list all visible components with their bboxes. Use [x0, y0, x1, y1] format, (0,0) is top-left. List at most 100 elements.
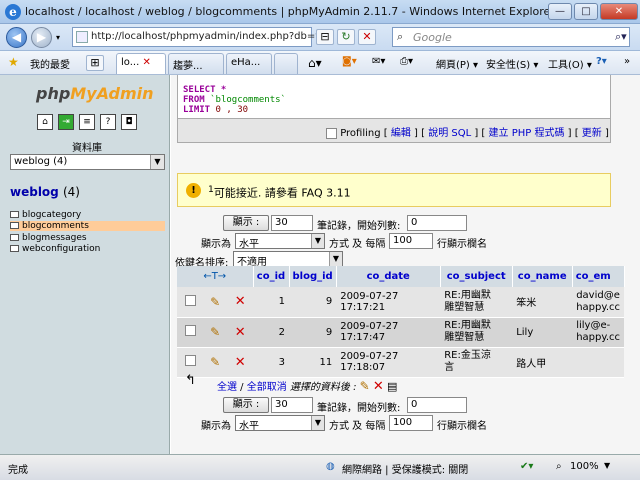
header-co_date[interactable]: co_date	[336, 266, 441, 287]
refresh-icon[interactable]: ↻	[337, 29, 355, 45]
header-co_id[interactable]: co_id	[253, 266, 290, 287]
favorites-star-icon[interactable]: ★	[8, 55, 19, 69]
start-row-input[interactable]: 0	[407, 215, 467, 231]
minimize-button[interactable]: —	[548, 3, 572, 20]
repeat-headers-input[interactable]: 100	[389, 233, 433, 249]
compat-icon[interactable]: ⊟	[316, 29, 334, 45]
table-link-label: webconfiguration	[22, 244, 101, 254]
query-window-icon[interactable]: ≡	[79, 114, 95, 130]
edit-link[interactable]: 編輯	[391, 128, 411, 139]
db-heading[interactable]: weblog (4)	[10, 185, 80, 199]
tab-2[interactable]: 趨夢...	[168, 53, 224, 74]
table-link-blogmessages[interactable]: blogmessages	[10, 233, 87, 243]
cell-co_id: 2	[253, 317, 289, 348]
menu-security[interactable]: 安全性(S) ▾	[486, 56, 538, 71]
export-icon[interactable]: ▤	[387, 380, 397, 393]
display-mode-select[interactable]: 水平 ▼	[235, 233, 325, 249]
mail-icon[interactable]: ✉▾	[372, 56, 385, 67]
delete-cell: ✕	[227, 317, 253, 348]
table-link-label: blogmessages	[22, 233, 87, 243]
table-link-blogcomments[interactable]: blogcomments	[10, 221, 165, 231]
new-tab-button[interactable]	[274, 53, 298, 74]
zoom-icon[interactable]: ⌕	[556, 461, 562, 472]
home-icon[interactable]: ⌂	[37, 114, 53, 130]
delete-x-icon[interactable]: ✕	[235, 325, 246, 340]
faq-link[interactable]: FAQ 3.11	[301, 187, 350, 200]
tab-localhost[interactable]: lo... ✕	[116, 53, 166, 74]
table-row: ✎ ✕ 2 9 2009-07-27 17:17:47 RE:用幽默 雕塑智慧 L…	[177, 317, 625, 348]
zoom-level[interactable]: 100%	[570, 461, 599, 472]
zone-text[interactable]: 網際網路 | 受保護模式: 關閉	[342, 461, 468, 476]
show-button-bottom[interactable]: 顯示 :	[223, 397, 269, 413]
history-dropdown-icon[interactable]: ▾	[56, 33, 60, 42]
menu-tools[interactable]: 工具(O) ▾	[548, 56, 592, 71]
display-mode-select-bottom[interactable]: 水平 ▼	[235, 415, 325, 431]
phpmyadmin-logo[interactable]: phpMyAdmin	[36, 84, 154, 103]
edit-pencil-icon[interactable]: ✎	[210, 355, 220, 369]
row-checkbox[interactable]	[184, 325, 196, 336]
forward-button[interactable]: ▶	[31, 27, 52, 48]
row-checkbox[interactable]	[184, 355, 196, 366]
favorites-label[interactable]: 我的最愛	[30, 56, 70, 71]
delete-x-icon[interactable]: ✕	[235, 355, 246, 370]
table-link-webconfiguration[interactable]: webconfiguration	[10, 244, 100, 254]
print-icon[interactable]: ⎙▾	[400, 56, 413, 67]
feeds-icon[interactable]: ◙▾	[342, 56, 357, 67]
refresh-link[interactable]: 更新	[582, 128, 602, 139]
search-icon[interactable]: ⌕▾	[615, 30, 627, 44]
help-icon[interactable]: ?▾	[596, 56, 607, 67]
rows-input-bottom[interactable]: 30	[271, 397, 313, 413]
cell-co_date: 2009-07-27 17:17:47	[336, 317, 441, 348]
zoom-dropdown-icon[interactable]: ▼	[604, 461, 610, 470]
check-all-link[interactable]: 全選	[217, 382, 237, 393]
sql-docs-icon[interactable]: ◘	[121, 114, 137, 130]
logout-icon[interactable]: ⇥	[58, 114, 74, 130]
header-co_name[interactable]: co_name	[512, 266, 573, 287]
delete-x-icon[interactable]: ✕	[235, 294, 246, 309]
back-button[interactable]: ◀	[6, 27, 27, 48]
tab-3[interactable]: eHa...	[226, 53, 272, 74]
rows-input[interactable]: 30	[271, 215, 313, 231]
delete-cell: ✕	[227, 287, 253, 318]
quick-tabs-icon[interactable]: ⊞	[86, 55, 104, 71]
header-co_email[interactable]: co_em	[572, 266, 625, 287]
row-checkbox[interactable]	[184, 294, 196, 306]
cell-blog_id: 9	[289, 287, 337, 318]
maximize-button[interactable]: □	[574, 3, 598, 20]
column-arrows[interactable]: ←T→	[177, 266, 254, 287]
header-co_subject[interactable]: co_subject	[440, 266, 513, 287]
repeat-headers-input-bottom[interactable]: 100	[389, 415, 433, 431]
protected-mode-icon[interactable]: ✔▾	[520, 461, 533, 472]
home-icon[interactable]: ⌂▾	[308, 56, 322, 70]
internet-zone-icon: ◍	[326, 461, 335, 472]
close-button[interactable]: ✕	[600, 3, 638, 20]
profiling-checkbox[interactable]	[326, 127, 337, 139]
address-field[interactable]: http://localhost/phpmyadmin/index.php?db…	[72, 27, 330, 47]
cell-co_subject: RE:用幽默 雕塑智慧	[440, 317, 513, 348]
ie-logo-icon: e	[5, 4, 21, 20]
start-row-input-bottom[interactable]: 0	[407, 397, 467, 413]
subject-line: 言	[444, 362, 455, 373]
status-text: 完成	[8, 465, 28, 476]
delete-x-icon[interactable]: ✕	[373, 379, 384, 394]
table-link-blogcategory[interactable]: blogcategory	[10, 210, 81, 220]
database-select[interactable]: weblog (4) ▼	[10, 154, 165, 170]
with-selected-label: 選擇的資料後 :	[289, 382, 357, 393]
edit-pencil-icon[interactable]: ✎	[210, 295, 220, 309]
edit-pencil-icon[interactable]: ✎	[210, 325, 220, 339]
stop-icon[interactable]: ✕	[358, 29, 376, 45]
show-button[interactable]: 顯示 :	[223, 215, 269, 231]
edit-pencil-icon[interactable]: ✎	[360, 379, 370, 393]
sort-key-select[interactable]: 不適用 ▼	[233, 251, 343, 267]
explain-sql-link[interactable]: 說明 SQL	[428, 128, 471, 139]
menu-page[interactable]: 網頁(P) ▾	[436, 56, 478, 71]
docs-icon[interactable]: ?	[100, 114, 116, 130]
search-input[interactable]: ⌕ Google ⌕▾	[392, 27, 630, 47]
address-url: http://localhost/phpmyadmin/index.php?db…	[91, 31, 330, 42]
header-blog_id[interactable]: blog_id	[289, 266, 337, 287]
create-php-link[interactable]: 建立 PHP 程式碼	[489, 128, 565, 139]
more-icon[interactable]: »	[624, 56, 630, 67]
edit-cell: ✎	[203, 287, 228, 318]
uncheck-all-link[interactable]: 全部取消	[247, 382, 287, 393]
tab-close-icon[interactable]: ✕	[142, 57, 150, 68]
